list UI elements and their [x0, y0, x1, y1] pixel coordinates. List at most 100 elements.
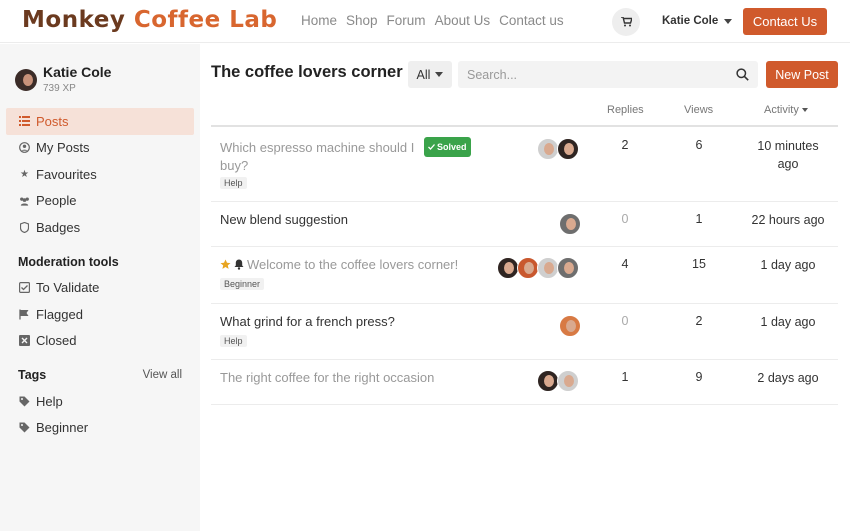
sidebar-item-closed[interactable]: Closed	[6, 328, 194, 355]
sidebar-item-favourites[interactable]: ★ Favourites	[6, 161, 194, 188]
sidebar-item-to-validate[interactable]: To Validate	[6, 275, 194, 302]
nav-home[interactable]: Home	[301, 13, 337, 28]
filter-value: All	[416, 67, 431, 82]
views-count: 9	[695, 370, 703, 384]
tag-icon	[19, 396, 30, 407]
column-replies[interactable]: Replies	[607, 104, 644, 116]
sidebar-item-label: Help	[36, 393, 63, 409]
nav-forum[interactable]: Forum	[387, 13, 426, 28]
sidebar-item-label: People	[36, 193, 77, 209]
views-count: 15	[692, 257, 706, 271]
replies-count: 1	[621, 370, 629, 384]
chevron-down-icon	[724, 18, 733, 24]
cart-button[interactable]	[612, 8, 640, 36]
contact-us-button[interactable]: Contact Us	[743, 8, 827, 35]
post-title-link[interactable]: The right coffee for the right occasion	[220, 369, 434, 387]
post-tag[interactable]: Beginner	[220, 278, 265, 290]
avatar	[537, 370, 559, 392]
avatar	[557, 370, 579, 392]
filter-dropdown[interactable]: All	[408, 61, 452, 88]
sidebar-item-people[interactable]: People	[6, 188, 194, 215]
main-nav: Home Shop Forum About Us Contact us	[301, 13, 573, 28]
avatar	[537, 138, 559, 160]
solved-badge-label: Solved	[437, 142, 467, 152]
column-views[interactable]: Views	[684, 104, 713, 116]
forum-main: The coffee lovers corner All New Post Re…	[200, 44, 850, 531]
views-count: 2	[695, 314, 703, 328]
table-row[interactable]: Which espresso machine should I Solved b…	[211, 128, 838, 202]
profile-name: Katie Cole	[43, 64, 112, 80]
participant-avatars	[497, 257, 579, 279]
avatar	[15, 69, 37, 91]
moderation-heading-label: Moderation tools	[18, 254, 119, 269]
tag-icon	[19, 422, 30, 433]
sidebar-item-label: To Validate	[36, 280, 100, 296]
sidebar-item-label: Beginner	[36, 420, 89, 436]
last-activity: 22 hours ago	[751, 213, 825, 227]
nav-contact-us[interactable]: Contact us	[499, 13, 564, 28]
last-activity: 1 day ago	[760, 258, 816, 272]
last-activity: 10 minutes ago	[743, 137, 833, 173]
check-icon	[428, 144, 435, 150]
post-title-line: buy?	[220, 158, 249, 173]
user-circle-icon	[19, 142, 30, 154]
participant-avatars	[559, 315, 581, 337]
view-all-tags-link[interactable]: View all	[143, 369, 182, 381]
views-count: 1	[695, 212, 703, 226]
post-title-link[interactable]: Welcome to the coffee lovers corner!	[220, 256, 458, 274]
avatar	[559, 315, 581, 337]
pinned-star-icon	[220, 259, 231, 269]
sidebar-item-badges[interactable]: Badges	[6, 214, 194, 241]
table-row[interactable]: Welcome to the coffee lovers corner! Beg…	[211, 247, 838, 304]
flag-icon	[19, 309, 30, 320]
sidebar-tag-beginner[interactable]: Beginner	[6, 415, 194, 442]
table-row[interactable]: The right coffee for the right occasion …	[211, 360, 838, 405]
sidebar-item-label: Posts	[36, 113, 69, 129]
activity-line: ago	[777, 157, 799, 171]
sidebar-item-my-posts[interactable]: My Posts	[6, 135, 194, 162]
post-title-link[interactable]: What grind for a french press?	[220, 313, 395, 331]
avatar	[559, 213, 581, 235]
tags-heading: Tags View all	[6, 362, 194, 388]
users-icon	[19, 195, 30, 206]
site-logo[interactable]: Monkey Coffee Lab	[22, 7, 277, 33]
close-box-icon	[19, 335, 30, 347]
post-title-line: Welcome to the coffee lovers corner!	[247, 257, 459, 272]
cart-icon	[620, 17, 632, 27]
new-post-button[interactable]: New Post	[766, 61, 838, 88]
avatar	[557, 257, 579, 279]
top-navbar: Monkey Coffee Lab Home Shop Forum About …	[0, 0, 850, 43]
participant-avatars	[559, 213, 581, 235]
replies-count: 2	[621, 138, 629, 152]
user-menu-dropdown[interactable]: Katie Cole	[662, 15, 733, 27]
search-icon[interactable]	[736, 68, 749, 81]
views-count: 6	[695, 138, 703, 152]
posts-table-header: Replies Views Activity	[211, 102, 838, 127]
search-input[interactable]	[458, 67, 728, 82]
sidebar-item-posts[interactable]: Posts	[6, 108, 194, 135]
user-profile[interactable]: Katie Cole 739 XP	[15, 64, 111, 94]
column-activity[interactable]: Activity	[764, 104, 808, 116]
logo-word-coffee-lab: Coffee Lab	[133, 7, 278, 33]
bell-icon	[234, 259, 244, 270]
column-activity-label: Activity	[764, 104, 799, 116]
table-row[interactable]: New blend suggestion 0 1 22 hours ago	[211, 202, 838, 247]
star-icon: ★	[20, 168, 29, 180]
post-tag[interactable]: Help	[220, 177, 247, 189]
post-title-link[interactable]: New blend suggestion	[220, 211, 348, 229]
moderation-tools-heading: Moderation tools	[6, 249, 194, 275]
avatar	[537, 257, 559, 279]
logo-word-monkey: Monkey	[22, 7, 126, 33]
post-tag[interactable]: Help	[220, 335, 247, 347]
sidebar-item-flagged[interactable]: Flagged	[6, 301, 194, 328]
profile-xp: 739 XP	[43, 83, 76, 94]
chevron-down-icon	[435, 72, 444, 77]
table-row[interactable]: What grind for a french press? Help 0 2 …	[211, 304, 838, 360]
nav-about-us[interactable]: About Us	[435, 13, 491, 28]
post-title-link[interactable]: Which espresso machine should I Solved b…	[220, 137, 471, 175]
sidebar-item-label: Closed	[36, 333, 77, 349]
nav-shop[interactable]: Shop	[346, 13, 378, 28]
sidebar-item-label: Favourites	[36, 166, 97, 182]
replies-count: 0	[621, 314, 629, 328]
sidebar-tag-help[interactable]: Help	[6, 388, 194, 415]
